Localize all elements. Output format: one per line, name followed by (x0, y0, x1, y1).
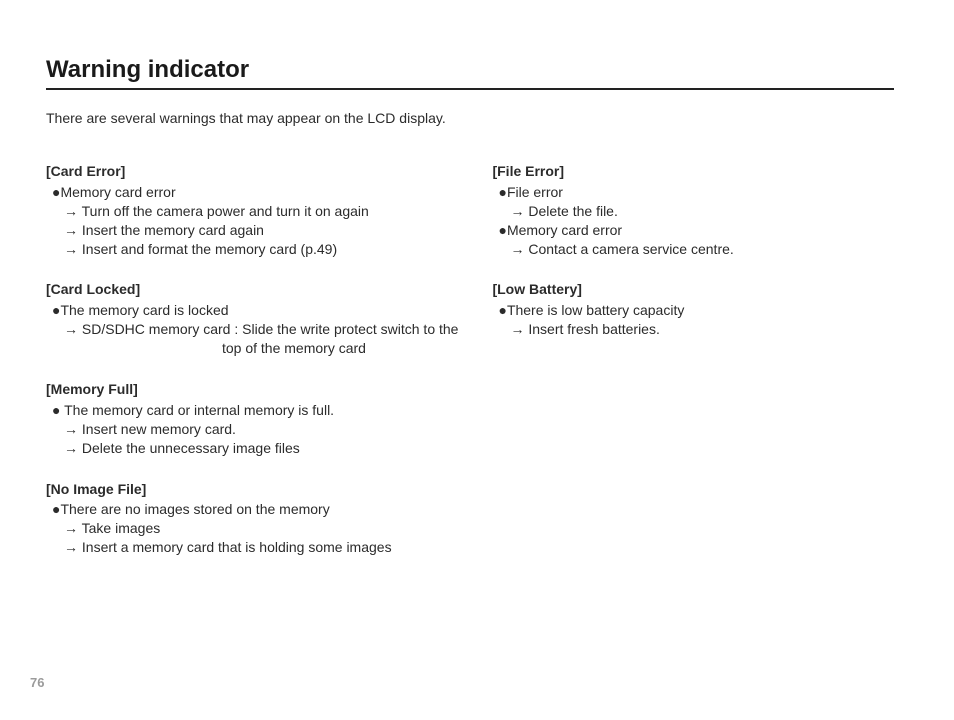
step-text: Insert the memory card again (82, 222, 264, 238)
step-text: Delete the file. (528, 203, 618, 219)
section-memory-full: [Memory Full] ● The memory card or inter… (46, 380, 458, 458)
step-text: Insert a memory card that is holding som… (82, 539, 392, 555)
content-columns: [Card Error] ●Memory card error → Turn o… (46, 162, 894, 579)
step-line: → Take images (64, 519, 458, 538)
bullet-icon: ● (498, 184, 506, 200)
step-text: SD/SDHC memory card : Slide the write pr… (82, 321, 459, 337)
step-text: Insert fresh batteries. (528, 321, 660, 337)
right-column: [File Error] ●File error → Delete the fi… (492, 162, 894, 579)
step-line: → Contact a camera service centre. (510, 240, 894, 259)
left-column: [Card Error] ●Memory card error → Turn o… (46, 162, 458, 579)
section-file-error: [File Error] ●File error → Delete the fi… (492, 162, 894, 258)
step-line: → Delete the file. (510, 202, 894, 221)
section-no-image: [No Image File] ●There are no images sto… (46, 480, 458, 558)
arrow-icon: → (64, 203, 78, 219)
section-title: [File Error] (492, 162, 894, 181)
cause-text: File error (507, 184, 563, 200)
arrow-icon: → (64, 222, 78, 238)
step-text: Take images (82, 520, 161, 536)
cause-text: Memory card error (60, 184, 175, 200)
step-text: Insert and format the memory card (p.49) (82, 241, 337, 257)
step-line: → Insert and format the memory card (p.4… (64, 240, 458, 259)
bullet-icon: ● (498, 302, 506, 318)
step-line: → Delete the unnecessary image files (64, 439, 458, 458)
bullet-icon: ● (498, 222, 506, 238)
arrow-icon: → (64, 241, 78, 257)
step-line: → Insert new memory card. (64, 420, 458, 439)
page-title: Warning indicator (46, 56, 894, 84)
document-page: Warning indicator There are several warn… (0, 0, 954, 720)
step-line: → Turn off the camera power and turn it … (64, 202, 458, 221)
section-low-battery: [Low Battery] ●There is low battery capa… (492, 280, 894, 339)
step-line: → Insert a memory card that is holding s… (64, 538, 458, 557)
cause-text: The memory card or internal memory is fu… (60, 402, 334, 418)
page-number: 76 (30, 675, 44, 690)
section-title: [No Image File] (46, 480, 458, 499)
step-line: → Insert fresh batteries. (510, 320, 894, 339)
arrow-icon: → (510, 321, 524, 337)
step-line: → SD/SDHC memory card : Slide the write … (64, 320, 458, 339)
step-line: → Insert the memory card again (64, 221, 458, 240)
arrow-icon: → (510, 241, 524, 257)
cause-text: Memory card error (507, 222, 622, 238)
title-underline (46, 88, 894, 90)
arrow-icon: → (64, 520, 78, 536)
cause-line: ●The memory card is locked (52, 301, 458, 320)
cause-line: ● The memory card or internal memory is … (52, 401, 458, 420)
arrow-icon: → (64, 539, 78, 555)
section-title: [Low Battery] (492, 280, 894, 299)
section-title: [Card Error] (46, 162, 458, 181)
cause-line: ●There is low battery capacity (498, 301, 894, 320)
cause-line: ●File error (498, 183, 894, 202)
section-card-locked: [Card Locked] ●The memory card is locked… (46, 280, 458, 358)
arrow-icon: → (64, 321, 78, 337)
section-card-error: [Card Error] ●Memory card error → Turn o… (46, 162, 458, 258)
cause-line: ●There are no images stored on the memor… (52, 500, 458, 519)
intro-text: There are several warnings that may appe… (46, 110, 894, 126)
arrow-icon: → (510, 203, 524, 219)
cause-line: ●Memory card error (498, 221, 894, 240)
step-text: Contact a camera service centre. (528, 241, 733, 257)
step-text: Delete the unnecessary image files (82, 440, 300, 456)
step-continuation: top of the memory card (222, 339, 458, 358)
arrow-icon: → (64, 440, 78, 456)
step-text: Turn off the camera power and turn it on… (82, 203, 369, 219)
cause-text: The memory card is locked (60, 302, 228, 318)
section-title: [Memory Full] (46, 380, 458, 399)
arrow-icon: → (64, 421, 78, 437)
cause-text: There are no images stored on the memory (60, 501, 329, 517)
step-text: Insert new memory card. (82, 421, 236, 437)
cause-text: There is low battery capacity (507, 302, 684, 318)
section-title: [Card Locked] (46, 280, 458, 299)
cause-line: ●Memory card error (52, 183, 458, 202)
